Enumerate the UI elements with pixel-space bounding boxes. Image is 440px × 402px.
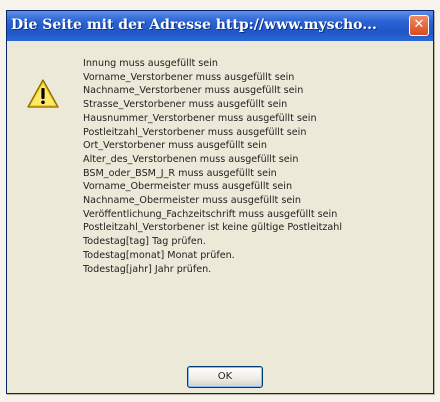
error-message: Vorname_Verstorbener muss ausgefüllt sei… — [83, 71, 295, 83]
error-message: Todestag[monat] Monat prüfen. — [83, 249, 235, 261]
error-message: Todestag[tag] Tag prüfen. — [83, 236, 206, 248]
error-message: Nachname_Obermeister muss ausgefüllt sei… — [83, 195, 301, 207]
close-button[interactable]: ✕ — [409, 15, 429, 36]
dialog-title: Die Seite mit der Adresse http://www.mys… — [11, 17, 377, 33]
close-icon: ✕ — [413, 17, 425, 32]
error-message: Postleitzahl_Verstorbener muss ausgefüll… — [83, 126, 307, 138]
error-message: Nachname_Verstorbener muss ausgefüllt se… — [83, 85, 304, 97]
error-message: Innung muss ausgefüllt sein — [83, 58, 218, 69]
error-message: Ort_Verstorbener muss ausgefüllt sein — [83, 140, 267, 152]
error-message: Postleitzahl_Verstorbener ist keine gült… — [83, 222, 343, 234]
error-message: BSM_oder_BSM_J_R muss ausgefüllt sein — [83, 167, 277, 179]
ok-button[interactable]: OK — [187, 366, 263, 388]
error-message-list: Innung muss ausgefüllt sein Vorname_Vers… — [83, 57, 433, 276]
warning-icon — [27, 79, 59, 108]
error-message: Strasse_Verstorbener muss ausgefüllt sei… — [83, 99, 288, 111]
error-message: Vorname_Obermeister muss ausgefüllt sein — [83, 181, 293, 193]
error-message: Hausnummer_Verstorbener muss ausgefüllt … — [83, 112, 317, 124]
error-message: Veröffentlichung_Fachzeitschrift muss au… — [83, 208, 338, 220]
alert-dialog: Die Seite mit der Adresse http://www.mys… — [6, 10, 434, 394]
error-message: Alter_des_Verstorbenen muss ausgefüllt s… — [83, 153, 299, 165]
error-message: Todestag[jahr] Jahr prüfen. — [83, 263, 212, 275]
title-bar[interactable]: Die Seite mit der Adresse http://www.mys… — [7, 11, 433, 41]
